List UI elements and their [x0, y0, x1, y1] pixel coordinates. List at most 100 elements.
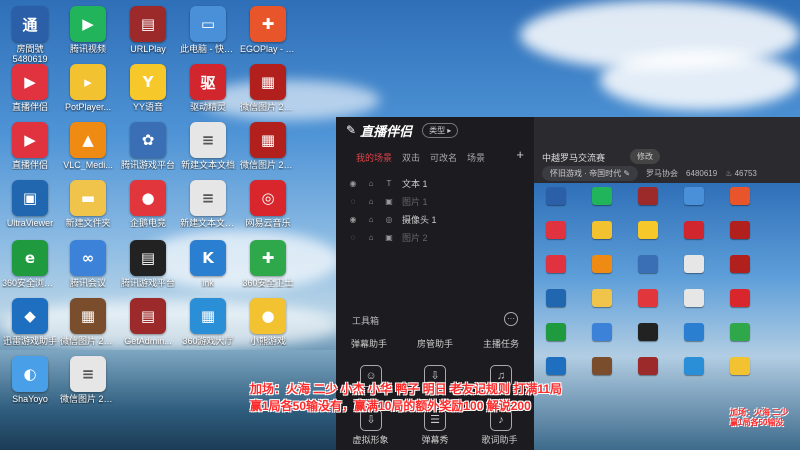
edit-title-button[interactable]: 修改	[630, 149, 660, 164]
desktop-icon[interactable]: ● 企鹅电竞	[120, 180, 176, 228]
desktop-icon[interactable]: ▸ PotPlayer...	[60, 64, 116, 112]
desktop-icon[interactable]: ≡ 新建文本文档 (2)	[180, 180, 236, 228]
tab-my-scenes[interactable]: 我的场景	[356, 151, 392, 164]
streamer-task-button[interactable]: 主播任务	[483, 337, 519, 350]
desktop-icon[interactable]: ▦ 微信图片 2021080...	[60, 298, 116, 346]
app-logo: 直播伴侣	[360, 123, 413, 139]
eye-icon[interactable]: ◉	[348, 215, 358, 224]
desktop-icon[interactable]: ▤ GetAdmin...	[120, 298, 176, 346]
mini-app-icon	[592, 323, 612, 341]
desktop-icon-label: 微信图片 2021082...	[60, 394, 116, 404]
category-badge[interactable]: 怀旧游戏 · 帝国时代 ✎	[542, 166, 639, 181]
app-icon: ✚	[250, 6, 286, 42]
scene-item-image-1[interactable]: ◌ ⌂ ▣ 图片 1	[336, 192, 534, 210]
app-icon: ✚	[250, 240, 286, 276]
mini-app-icon	[546, 289, 566, 307]
app-header: ✎ 直播伴侣 类型 ▸	[336, 117, 534, 143]
eye-icon[interactable]: ◉	[348, 179, 358, 188]
desktop-icon-label: VLC_Medi...	[63, 160, 113, 170]
mini-app-icon	[730, 323, 750, 341]
desktop-icon[interactable]: ▲ VLC_Medi...	[60, 122, 116, 170]
mini-app-icon	[638, 289, 658, 307]
toolbox-title: 工具箱	[352, 316, 380, 326]
desktop-icon[interactable]: ✿ 腾讯游戏平台	[120, 122, 176, 170]
eye-off-icon[interactable]: ◌	[348, 197, 358, 206]
desktop-icon[interactable]: ◐ ShaYoyo	[2, 356, 58, 404]
scene-item-text[interactable]: ◉ ⌂ T 文本 1	[336, 174, 534, 192]
mini-app-icon	[592, 255, 612, 273]
tab-rename[interactable]: 可改名	[430, 151, 457, 164]
app-icon: ▶	[12, 122, 48, 158]
desktop-icon-label: 新建文本文档	[180, 160, 235, 170]
desktop-icon[interactable]: ✚ 360安全卫士	[240, 240, 296, 288]
lyrics-helper-button[interactable]: 歌词助手	[481, 433, 517, 446]
scene-item-camera[interactable]: ◉ ⌂ ◎ 摄像头 1	[336, 210, 534, 228]
desktop-icon[interactable]: ◎ 网易云音乐	[240, 180, 296, 228]
desktop-icon[interactable]: ≡ 新建文本文档	[180, 122, 236, 170]
mini-app-icon	[638, 221, 658, 239]
app-icon: e	[12, 240, 48, 276]
stream-title: 中越罗马交流赛	[542, 153, 606, 163]
danmu-helper-button[interactable]: 弹幕助手	[351, 337, 387, 350]
desktop-icon-label: 新建文本文档 (2)	[180, 218, 236, 228]
app-icon: ▦	[250, 64, 286, 100]
desktop-icon[interactable]: ≡ 微信图片 2021082...	[60, 356, 116, 404]
desktop-icon[interactable]: ▭ 此电脑 - 快捷方式	[180, 6, 236, 54]
app-icon: ▤	[130, 240, 166, 276]
desktop-icon[interactable]: ▶ 腾讯视频	[60, 6, 116, 54]
desktop-icon[interactable]: ▦ 微信图片 2021100...	[240, 64, 296, 112]
desktop-icon-label: 迅雷游戏助手	[2, 336, 57, 346]
mini-app-icon	[684, 357, 704, 375]
desktop-icon[interactable]: Klnk	[180, 240, 236, 288]
desktop-icon[interactable]: ◆ 迅雷游戏助手	[2, 298, 58, 346]
app-icon: ▸	[70, 64, 106, 100]
app-icon: ▦	[70, 298, 106, 334]
lock-icon[interactable]: ⌂	[366, 233, 376, 242]
desktop-icon[interactable]: ▬ 新建文件夹	[60, 180, 116, 228]
app-icon: ▤	[130, 298, 166, 334]
mini-app-icon	[592, 187, 612, 205]
desktop-icon[interactable]: ▦ 360游戏大厅	[180, 298, 236, 346]
desktop-icon[interactable]: 通房間號 5480619	[2, 6, 58, 64]
desktop-icon[interactable]: 驱驱动精灵	[180, 64, 236, 112]
type-button[interactable]: 类型 ▸	[422, 122, 459, 138]
desktop-icon[interactable]: ▶ 直播伴侣	[2, 122, 58, 170]
app-icon: ●	[130, 180, 166, 216]
desktop-icon[interactable]: ▤ 腾讯游戏平台	[120, 240, 176, 288]
room-admin-button[interactable]: 房管助手	[417, 337, 453, 350]
desktop-icon-label: 企鹅电竞	[129, 218, 166, 228]
desktop-icon[interactable]: ▦ 微信图片 2021100...	[240, 122, 296, 170]
scene-tabs: 我的场景 双击 可改名 场景 +	[336, 143, 534, 168]
desktop-icon[interactable]: ▤ URLPlay	[120, 6, 176, 54]
add-scene-button[interactable]: +	[516, 147, 524, 162]
eye-off-icon[interactable]: ◌	[348, 233, 358, 242]
desktop-icon[interactable]: ✚ EGOPlay - 快捷方式	[240, 6, 296, 54]
lock-icon[interactable]: ⌂	[366, 197, 376, 206]
app-icon: 驱	[190, 64, 226, 100]
lock-icon[interactable]: ⌂	[366, 179, 376, 188]
mini-app-icon	[592, 289, 612, 307]
desktop-icon[interactable]: ▣ UltraViewer	[2, 180, 58, 228]
app-icon: ▦	[190, 298, 226, 334]
danmu-show-button[interactable]: 弹幕秀	[421, 433, 448, 446]
app-icon: Y	[130, 64, 166, 100]
lock-icon[interactable]: ⌂	[366, 215, 376, 224]
preview-screen[interactable]: 加场：火海 二少 赢1局各50输没	[534, 183, 800, 450]
mini-app-icon	[730, 357, 750, 375]
desktop-icon[interactable]: ▶ 直播伴侣	[2, 64, 58, 112]
tab-scene[interactable]: 场景	[467, 151, 485, 164]
desktop-icon[interactable]: ∞ 腾讯会议	[60, 240, 116, 288]
tools-row-2: 虚拟形象 弹幕秀 歌词助手	[336, 433, 534, 446]
desktop-icon[interactable]: e 360安全浏览器	[2, 240, 58, 288]
desktop-icon[interactable]: ● 小熊游戏	[240, 298, 296, 346]
scene-item-image-2[interactable]: ◌ ⌂ ▣ 图片 2	[336, 228, 534, 246]
desktop-icon[interactable]: Y YY语音	[120, 64, 176, 112]
mini-app-icon	[730, 255, 750, 273]
tab-double-click[interactable]: 双击	[402, 151, 420, 164]
app-icon: ◐	[12, 356, 48, 392]
virtual-avatar-button[interactable]: 虚拟形象	[352, 433, 388, 446]
more-icon[interactable]: ···	[504, 312, 518, 326]
desktop-icon-label: 房間號	[16, 44, 44, 54]
app-icon: ≡	[70, 356, 106, 392]
scene-label: 文本 1	[402, 178, 428, 189]
